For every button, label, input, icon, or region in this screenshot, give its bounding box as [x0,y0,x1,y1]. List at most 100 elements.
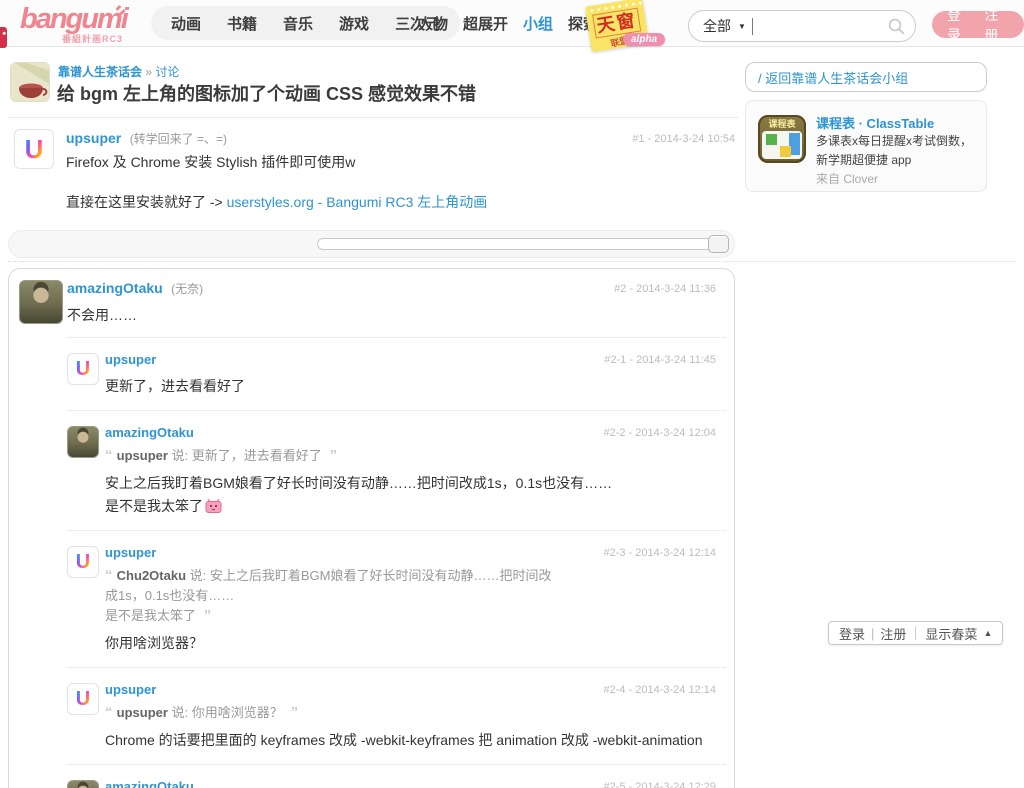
app-icon-grid [762,131,802,159]
quote-text: 说: 更新了，进去看看好了 [168,448,325,463]
ad-title-link[interactable]: 课程表 · ClassTable [816,113,934,132]
login-button[interactable]: 登录 [947,5,972,45]
user-signature: (转学回来了 =、=) [130,132,227,146]
user-signature: (无奈) [171,282,203,296]
secondary-nav: 人物 超展开 小组 探索 [418,6,598,40]
bgm-tv-emoji-icon [205,498,222,513]
reply-content: 更新了，进去看看好了 [105,375,718,398]
nav-books[interactable]: 书籍 [227,13,257,34]
quote-close-icon: ” [200,607,212,624]
topic-pager-bar [8,230,735,258]
reply-list: amazingOtaku (无奈) #2 - 2014-3-24 11:36 不… [8,268,735,788]
floor-timestamp[interactable]: #1 - 2014-3-24 10:54 [632,133,735,145]
reply-item: amazingOtaku (无奈) #2 - 2014-3-24 11:36 不… [9,269,734,337]
bgm-girl-icon [0,27,7,48]
ad-description: 多课表x每日提醒x考试倒数，新学期超便捷 app [816,132,981,170]
quote-close-icon: ” [325,447,337,464]
search-category-select[interactable]: 全部 [703,16,731,36]
reply-text: 安上之后我盯着BGM娘看了好长时间没有动静……把时间改成1s，0.1s也没有……… [105,475,612,514]
app-icon-label: 课程表 [758,117,806,130]
nav-groups[interactable]: 小组 [523,13,553,34]
floor-timestamp[interactable]: #2 - 2014-3-24 11:36 [614,283,716,295]
pager-slider-track[interactable] [317,238,729,250]
float-login-link[interactable]: 登录 [839,624,865,643]
post-content: 直接在这里安装就好了 -> userstyles.org - Bangumi R… [66,192,487,212]
search-input[interactable] [753,14,888,38]
floor-timestamp[interactable]: #2-1 - 2014-3-24 11:45 [604,354,716,366]
reply-author-link[interactable]: amazingOtaku [67,280,163,296]
quote-open-icon: “ [105,567,117,584]
avatar[interactable]: U [67,353,99,385]
back-to-group-box: / 返回靠谱人生茶话会小组 [745,62,987,92]
signup-button[interactable]: 注册 [985,5,1010,45]
back-to-group-link[interactable]: / 返回靠谱人生茶话会小组 [758,68,908,87]
alpha-badge: alpha [623,33,665,46]
reply-author-link[interactable]: upsuper [105,352,156,367]
reply-item: U upsuper #2-1 - 2014-3-24 11:45 更新了，进去看… [67,337,726,410]
ad-card: 课程表 课程表 · ClassTable 多课表x每日提醒x考试倒数，新学期超便… [745,100,987,192]
float-signup-link[interactable]: 注册 [880,624,906,643]
quote-block: “ Chu2Otaku 说: 安上之后我盯着BGM娘看了好长时间没有动静……把时… [105,566,560,626]
quote-author: Chu2Otaku [117,568,186,583]
floating-toolbar: 登录 | 注册 显示春菜 ▲ [828,621,1003,645]
userstyles-link[interactable]: userstyles.org - Bangumi RC3 左上角动画 [227,194,488,210]
reply-item: amazingOtaku #2-2 - 2014-3-24 12:04 “ up… [67,410,726,530]
quote-author: upsuper [117,448,168,463]
nav-music[interactable]: 音乐 [283,13,313,34]
floor-timestamp[interactable]: #2-3 - 2014-3-24 12:14 [603,547,716,559]
quote-block: “ upsuper 说: 你用啥浏览器？ ” [105,703,560,723]
separator [915,626,916,640]
chevron-down-icon[interactable]: ▼ [738,22,746,31]
post-content: Firefox 及 Chrome 安装 Stylish 插件即可使用w [66,152,355,172]
reply-author-link[interactable]: amazingOtaku [105,779,194,788]
avatar[interactable] [19,280,63,324]
post-author-link[interactable]: upsuper [66,130,121,146]
triangle-up-icon[interactable]: ▲ [983,628,992,638]
reply-author-link[interactable]: amazingOtaku [105,425,194,440]
avatar[interactable]: U [67,546,99,578]
ad-source: 来自 Clover [816,170,878,187]
quote-block: “ upsuper 说: 更新了，进去看看好了 ” [105,446,560,466]
reply-content: Chrome 的话要把里面的 keyframes 改成 -webkit-keyf… [105,729,718,752]
nav-characters[interactable]: 人物 [418,13,448,34]
auth-buttons: 登录 注册 [932,11,1024,38]
divider [8,261,1016,262]
pager-slider-handle[interactable] [708,235,729,253]
reply-author-link[interactable]: upsuper [105,682,156,697]
site-header: bangumi 番組計画RC3 动画 书籍 音乐 游戏 三次元 人物 超展开 小… [0,0,1024,47]
show-chii-toggle[interactable]: 显示春菜 [925,624,977,643]
search-icon[interactable] [888,18,905,35]
quote-open-icon: “ [105,447,117,464]
avatar[interactable]: U [14,129,54,169]
nav-rakuen[interactable]: 超展开 [463,13,508,34]
quote-close-icon: ” [286,704,298,721]
avatar[interactable] [67,780,99,788]
breadcrumb: 靠谱人生茶话会 » 讨论 [58,63,179,80]
search-bar: 全部 ▼ [688,10,916,42]
quote-open-icon: “ [105,704,117,721]
avatar[interactable] [67,426,99,458]
reply-content: 安上之后我盯着BGM娘看了好长时间没有动静……把时间改成1s，0.1s也没有……… [105,472,718,518]
floor-timestamp[interactable]: #2-2 - 2014-3-24 12:04 [603,427,716,439]
reply-author-link[interactable]: upsuper [105,545,156,560]
breadcrumb-section-link[interactable]: 讨论 [155,65,179,79]
breadcrumb-group-link[interactable]: 靠谱人生茶话会 [58,65,142,79]
floor-timestamp[interactable]: #2-5 - 2014-3-24 12:29 [603,781,716,788]
logo-subtitle: 番組計画RC3 [62,32,123,45]
page-title: 给 bgm 左上角的图标加了个动画 CSS 感觉效果不错 [57,80,476,106]
quote-text: 说: 你用啥浏览器？ [168,705,286,720]
separator: | [871,626,874,641]
avatar[interactable]: U [67,683,99,715]
original-post: U upsuper (转学回来了 =、=) #1 - 2014-3-24 10:… [8,122,737,226]
group-icon[interactable] [10,62,50,102]
reply-content: 你用啥浏览器？ [105,632,718,655]
quote-author: upsuper [117,705,168,720]
post-text: 直接在这里安装就好了 -> [66,194,227,210]
floor-timestamp[interactable]: #2-4 - 2014-3-24 12:14 [603,684,716,696]
reply-content: 不会用…… [67,304,718,327]
nav-games[interactable]: 游戏 [339,13,369,34]
classtable-app-icon[interactable]: 课程表 [758,115,806,163]
breadcrumb-separator: » [145,65,152,79]
primary-nav: 动画 书籍 音乐 游戏 三次元 [151,6,460,40]
nav-anime[interactable]: 动画 [171,13,201,34]
